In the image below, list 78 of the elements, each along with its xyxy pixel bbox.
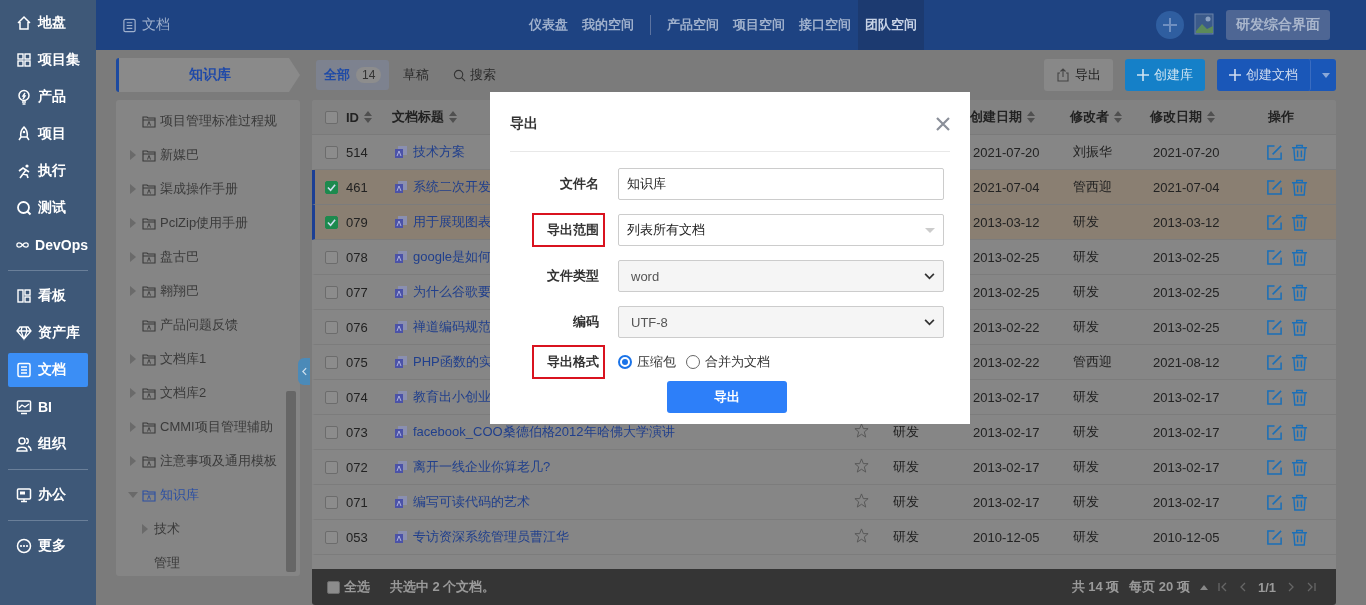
count-badge: 14 [356,67,382,83]
tree-label: 知识库 [160,486,199,504]
page-title: 文档 [142,16,170,34]
dialog-title: 导出 [510,114,538,133]
tree-label: 新媒巴 [160,146,199,164]
id-cell: 075 [346,354,368,370]
date-cell: 2013-02-17 [973,389,1040,405]
date-cell: 2013-02-25 [1153,249,1220,265]
total-count: 共 14 项 [1071,578,1120,596]
field-label: 文件类型 [546,267,600,285]
modifier-cell: 研发 [1073,214,1099,229]
id-cell: 076 [346,319,368,335]
column-header: 操作 [1268,108,1295,126]
author-cell: 研发 [893,459,919,474]
id-cell: 072 [346,459,368,475]
modifier-cell: 研发 [1073,389,1099,404]
date-cell: 2013-02-25 [973,249,1040,265]
field-label: 导出范围 [532,213,605,247]
date-cell: 2021-07-20 [1153,144,1220,160]
modifier-cell: 研发 [1073,424,1099,439]
tree-label: 翱翔巴 [160,282,199,300]
field-label: 编码 [572,313,600,331]
author-cell: 研发 [893,424,919,439]
date-cell: 2013-02-25 [1153,319,1220,335]
date-cell: 2013-02-17 [973,424,1040,440]
date-cell: 2021-07-04 [973,179,1040,195]
modifier-cell: 研发 [1073,284,1099,299]
tree-label: 技术 [154,520,180,538]
id-cell: 514 [346,144,368,160]
modifier-cell: 研发 [1073,494,1099,509]
selection-summary: 共选中 2 个文档。 [390,578,496,596]
tree-label: 管理 [154,554,180,572]
tree-label: CMMI项目管理辅助 [160,418,273,436]
date-cell: 2021-07-04 [1153,179,1220,195]
field-label: 文件名 [559,175,600,193]
author-cell: 研发 [893,494,919,509]
date-cell: 2013-02-25 [1153,284,1220,300]
date-cell: 2013-03-12 [973,214,1040,230]
field-label: 导出格式 [532,345,605,379]
tree-label: 文档库2 [160,384,207,402]
id-cell: 461 [346,179,368,195]
author-cell: 研发 [893,529,919,544]
tree-label: 产品问题反馈 [160,316,238,334]
tree-label: 渠成操作手册 [160,180,238,198]
tree-label: 项目管理标准过程规 [160,112,277,130]
date-cell: 2013-03-12 [1153,214,1220,230]
tree-label: 注意事项及通用模板 [160,452,277,470]
date-cell: 2021-08-12 [1153,354,1220,370]
id-cell: 077 [346,284,368,300]
id-cell: 074 [346,389,368,405]
modifier-cell: 研发 [1073,459,1099,474]
date-cell: 2013-02-17 [973,459,1040,475]
date-cell: 2021-07-20 [973,144,1040,160]
date-cell: 2013-02-25 [973,284,1040,300]
date-cell: 2010-12-05 [973,529,1040,545]
modifier-cell: 管西迎 [1073,354,1112,369]
modifier-cell: 管西迎 [1073,179,1112,194]
tree-label: 盘古巴 [160,248,199,266]
date-cell: 2013-02-22 [973,319,1040,335]
modifier-cell: 研发 [1073,249,1099,264]
tree-label: 文档库1 [160,350,207,368]
date-cell: 2013-02-17 [1153,494,1220,510]
id-cell: 078 [346,249,368,265]
date-cell: 2013-02-17 [1153,389,1220,405]
tree-label: PclZip使用手册 [160,214,249,232]
modifier-cell: 研发 [1073,319,1099,334]
date-cell: 2013-02-17 [1153,424,1220,440]
modifier-cell: 刘振华 [1073,144,1112,159]
id-cell: 053 [346,529,368,545]
id-cell: 073 [346,424,368,440]
page-indicator: 1/1 [1257,579,1276,595]
id-cell: 079 [346,214,368,230]
date-cell: 2013-02-17 [973,494,1040,510]
date-cell: 2013-02-22 [973,354,1040,370]
date-cell: 2013-02-17 [1153,459,1220,475]
date-cell: 2010-12-05 [1153,529,1220,545]
modifier-cell: 研发 [1073,529,1099,544]
id-cell: 071 [346,494,368,510]
